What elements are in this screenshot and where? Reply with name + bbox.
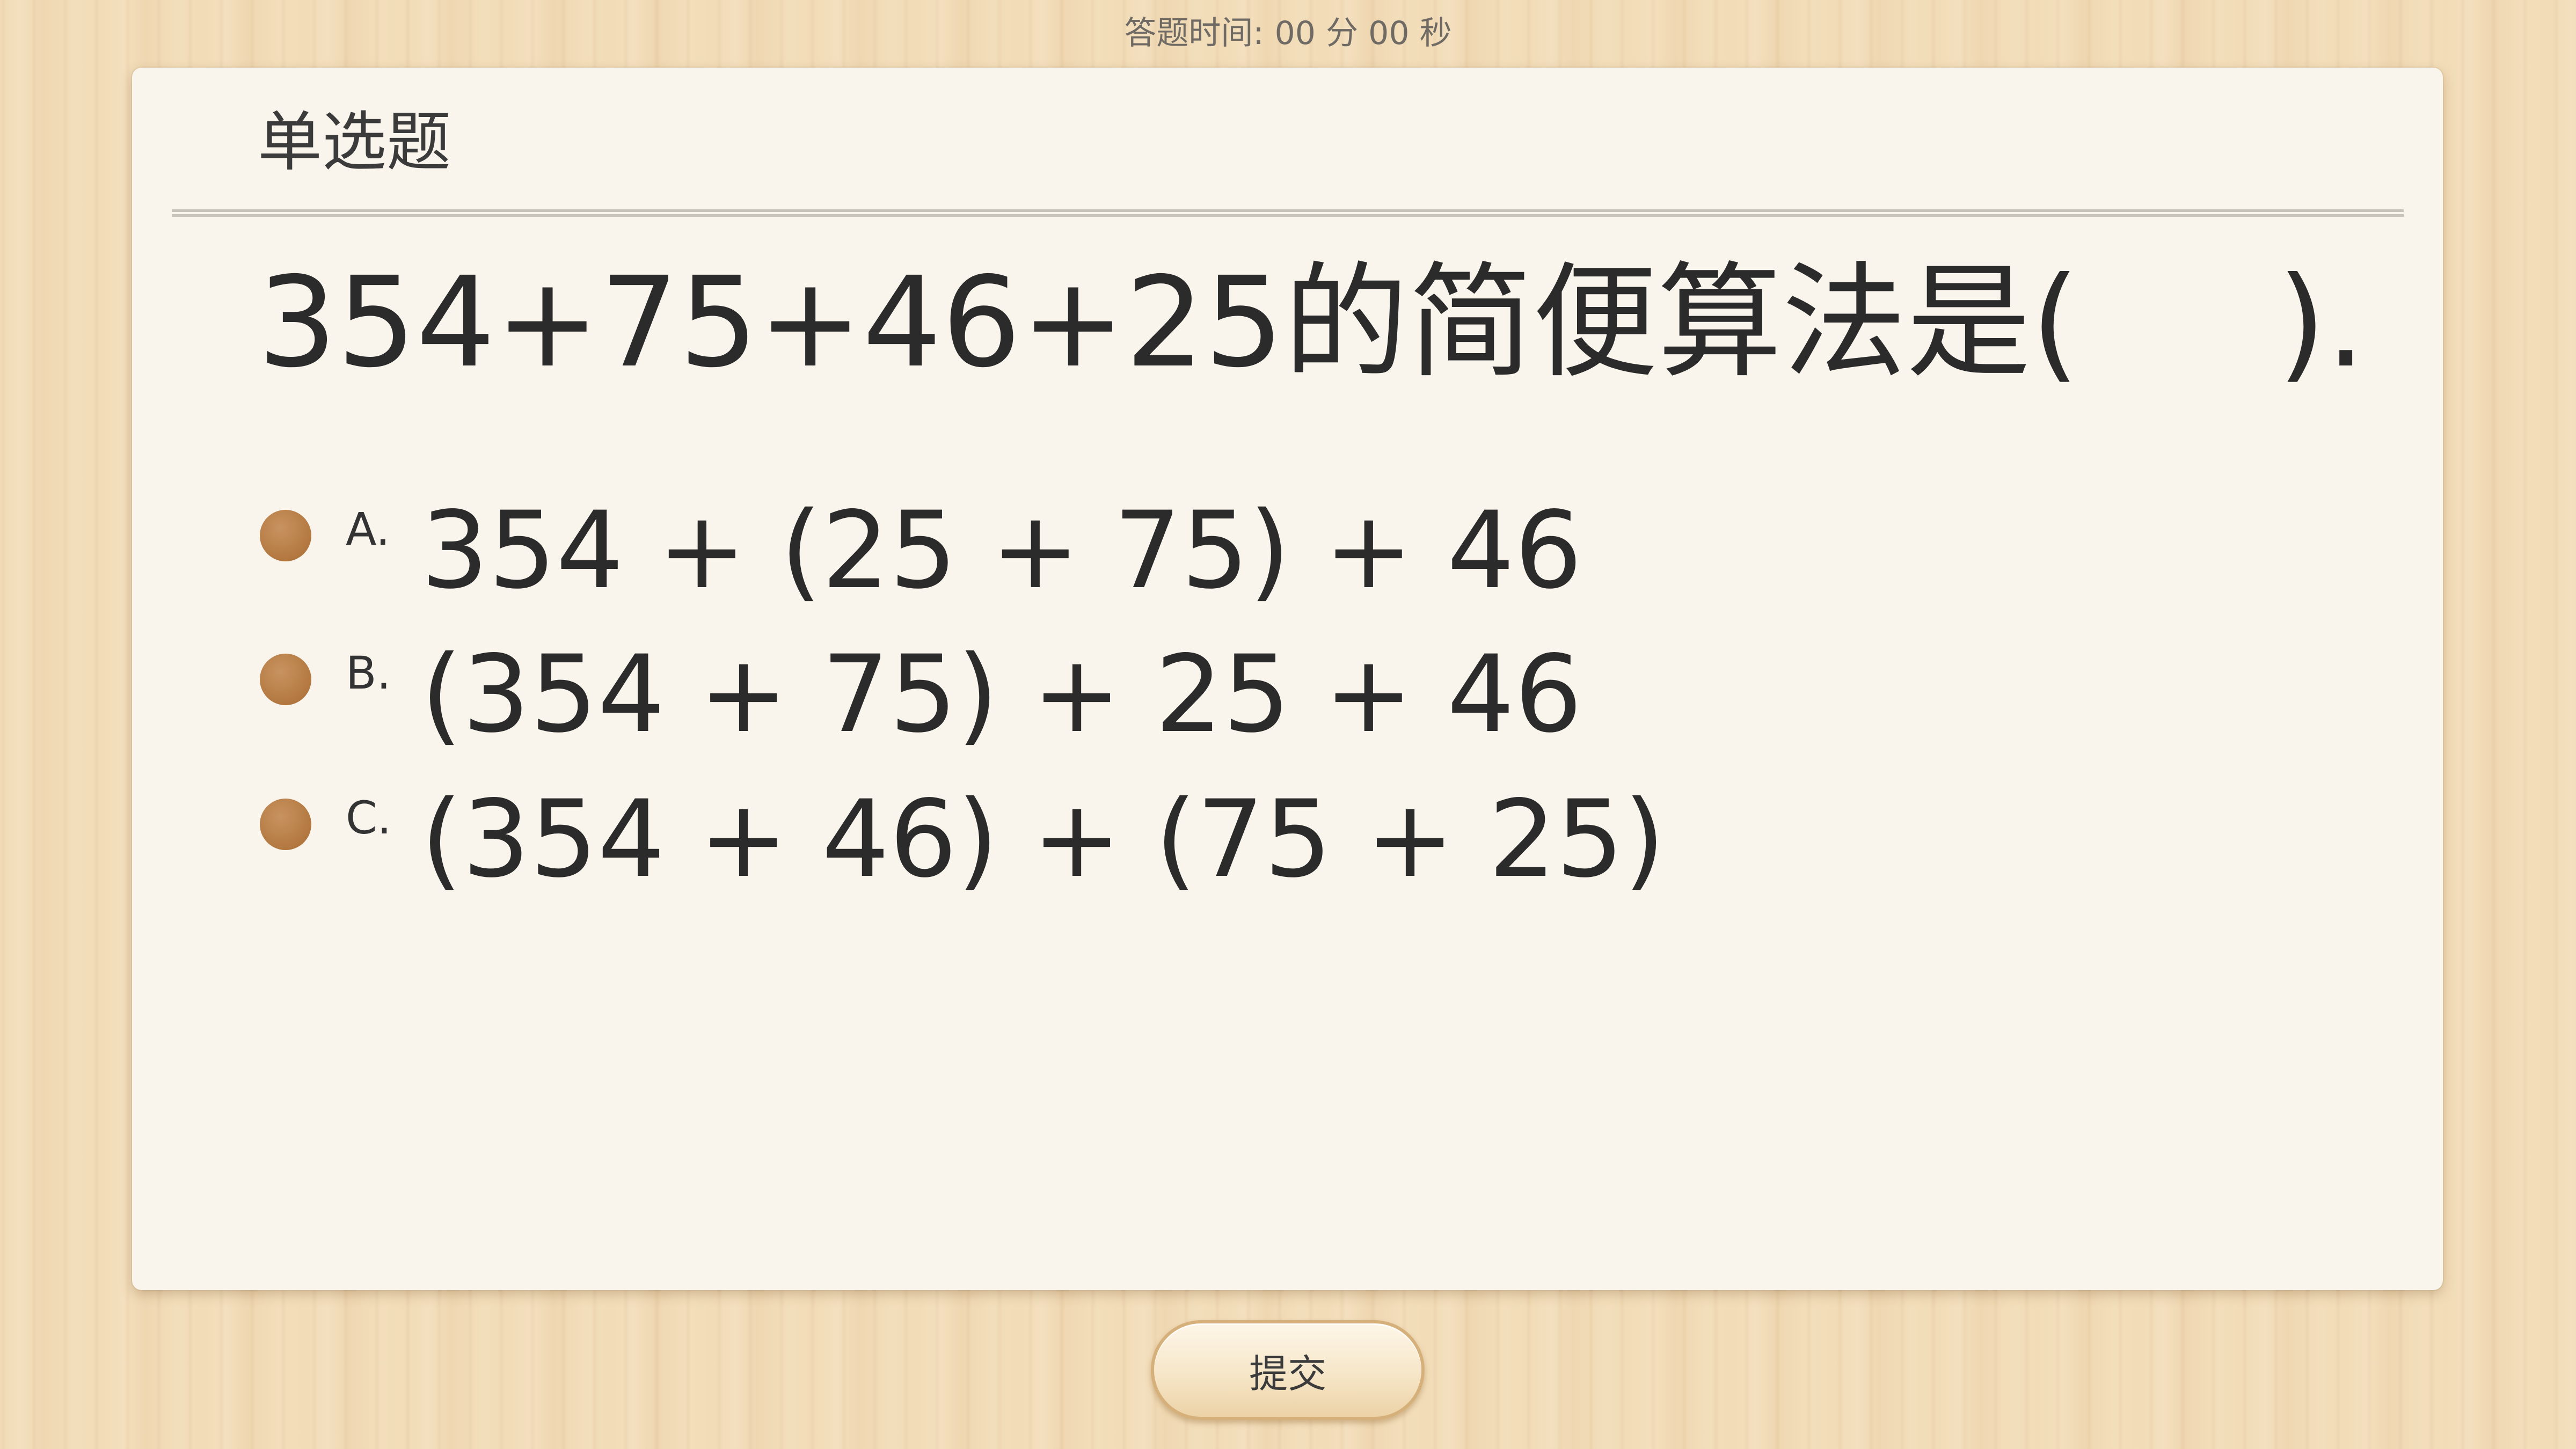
timer-seconds: 00 (1368, 14, 1410, 52)
question-card: 单选题 354+75+46+25的简便算法是( ). A. 354 + (25 … (132, 68, 2443, 1290)
submit-button[interactable]: 提交 (1151, 1320, 1425, 1420)
timer-seconds-unit: 秒 (1419, 14, 1452, 52)
radio-dot-icon[interactable] (260, 654, 311, 705)
option-a[interactable]: A. 354 + (25 + 75) + 46 (260, 486, 1582, 615)
option-text: (354 + 46) + (75 + 25) (421, 777, 1666, 901)
radio-dot-icon[interactable] (260, 510, 311, 561)
option-letter: C. (346, 792, 392, 844)
timer-minutes: 00 (1274, 14, 1316, 52)
timer-label: 答题时间: (1124, 14, 1264, 52)
header-divider (172, 209, 2404, 217)
answer-timer: 答题时间: 00 分 00 秒 (0, 8, 2576, 59)
option-c[interactable]: C. (354 + 46) + (75 + 25) (260, 775, 1665, 904)
option-letter: B. (346, 647, 391, 699)
option-text: (354 + 75) + 25 + 46 (421, 632, 1582, 756)
radio-dot-icon[interactable] (260, 799, 311, 850)
question-text: 354+75+46+25的简便算法是( ). (258, 250, 2366, 395)
question-type-label: 单选题 (258, 105, 451, 180)
option-b[interactable]: B. (354 + 75) + 25 + 46 (260, 630, 1582, 759)
option-text: 354 + (25 + 75) + 46 (421, 488, 1582, 612)
timer-minutes-unit: 分 (1326, 14, 1359, 52)
option-letter: A. (346, 503, 390, 555)
